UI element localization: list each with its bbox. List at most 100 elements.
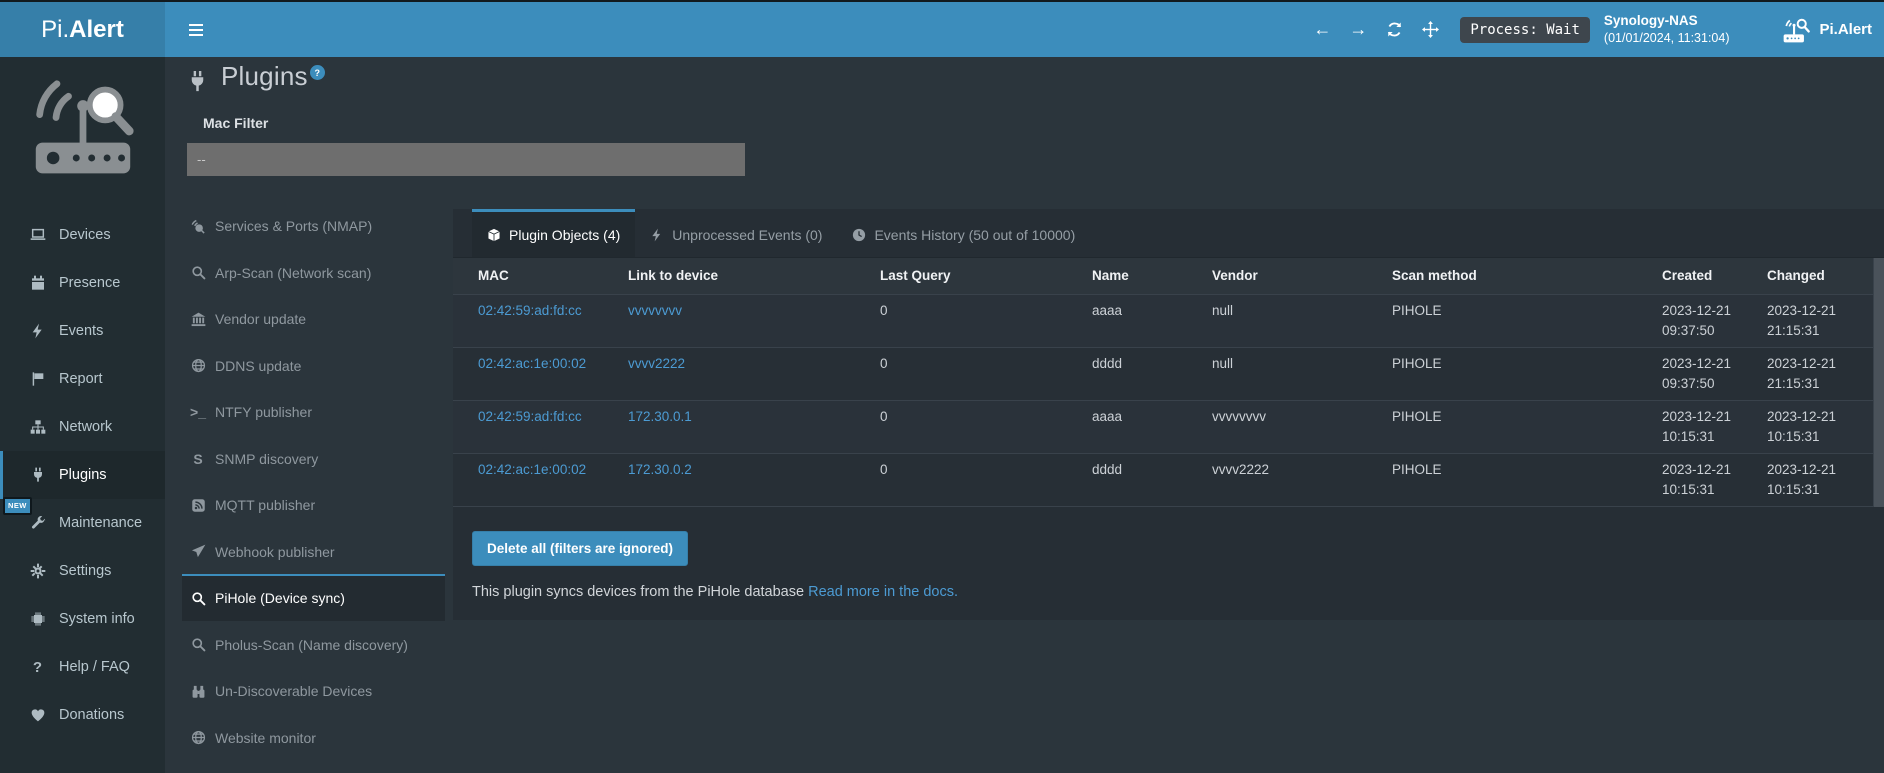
table-row: 02:42:ac:1e:00:02vvvv22220ddddnullPIHOLE…	[453, 348, 1884, 401]
cell-scan_method: PIHOLE	[1392, 401, 1662, 454]
sidebar-item-settings[interactable]: Settings	[0, 547, 165, 595]
link-link[interactable]: 172.30.0.1	[628, 409, 692, 424]
new-badge: NEW	[3, 497, 32, 515]
search-icon	[188, 637, 208, 652]
table-scrollbar[interactable]	[1873, 258, 1884, 507]
cell-link: 172.30.0.1	[628, 401, 880, 454]
cell-created: 2023-12-21 09:37:50	[1662, 295, 1767, 348]
column-header-created: Created	[1662, 258, 1767, 295]
cell-mac: 02:42:59:ad:fd:cc	[453, 295, 628, 348]
cube-icon	[487, 228, 501, 242]
brand-bold: Alert	[69, 16, 124, 44]
mac-filter-label: Mac Filter	[203, 115, 268, 131]
sidebar-item-network[interactable]: Network	[0, 403, 165, 451]
mac-link[interactable]: 02:42:ac:1e:00:02	[478, 462, 586, 477]
plug-icon	[186, 70, 209, 93]
plugin-nav-item-services-ports[interactable]: Services & Ports (NMAP)	[182, 202, 445, 249]
plugin-nav-item-pholus-scan[interactable]: Pholus-Scan (Name discovery)	[182, 621, 445, 668]
sidebar-item-plugins[interactable]: Plugins	[0, 451, 165, 499]
sidebar-item-events[interactable]: Events	[0, 307, 165, 355]
sidebar-item-devices[interactable]: Devices	[0, 211, 165, 259]
plug-icon	[27, 467, 48, 483]
flag-icon	[27, 371, 48, 387]
column-header-scan-method: Scan method	[1392, 258, 1662, 295]
process-status-badge: Process: Wait	[1460, 17, 1590, 43]
refresh-icon[interactable]	[1376, 2, 1412, 57]
cell-changed: 2023-12-21 10:15:31	[1767, 454, 1884, 507]
cell-mac: 02:42:59:ad:fd:cc	[453, 401, 628, 454]
column-header-vendor: Vendor	[1212, 258, 1392, 295]
table-header-row: MAC Link to device Last Query Name Vendo…	[453, 258, 1884, 295]
page-title: Plugins	[221, 61, 308, 92]
plugin-nav-item-ddns-update[interactable]: DDNS update	[182, 342, 445, 389]
cell-link: 172.30.0.2	[628, 454, 880, 507]
link-link[interactable]: 172.30.0.2	[628, 462, 692, 477]
plugin-nav-item-ntfy-publisher[interactable]: >_ NTFY publisher	[182, 388, 445, 435]
tab-unprocessed-events[interactable]: Unprocessed Events (0)	[635, 209, 837, 257]
terminal-icon: >_	[188, 405, 208, 419]
tab-events-history[interactable]: Events History (50 out of 10000)	[837, 209, 1090, 257]
cell-vendor: vvvv2222	[1212, 454, 1392, 507]
delete-all-button[interactable]: Delete all (filters are ignored)	[472, 531, 688, 566]
back-arrow-icon[interactable]: ←	[1304, 2, 1340, 57]
plugin-nav-item-pihole-device-sync[interactable]: PiHole (Device sync)	[182, 574, 445, 621]
cell-name: aaaa	[1092, 295, 1212, 348]
plugin-nav-item-website-monitor[interactable]: Website monitor	[182, 714, 445, 761]
sidebar-item-report[interactable]: Report	[0, 355, 165, 403]
pialert-router-icon	[1781, 17, 1811, 43]
plugin-nav-item-webhook-publisher[interactable]: Webhook publisher	[182, 528, 445, 575]
plugin-nav-item-undiscoverable-devices[interactable]: Un-Discoverable Devices	[182, 667, 445, 714]
cell-vendor: null	[1212, 348, 1392, 401]
help-badge[interactable]: ?	[310, 65, 325, 80]
docs-link[interactable]: Read more in the docs.	[808, 584, 958, 600]
globe-icon	[188, 730, 208, 745]
laptop-icon	[27, 227, 48, 243]
cell-mac: 02:42:ac:1e:00:02	[453, 454, 628, 507]
cell-mac: 02:42:ac:1e:00:02	[453, 348, 628, 401]
wrench-icon	[27, 515, 48, 531]
tab-plugin-objects[interactable]: Plugin Objects (4)	[472, 209, 635, 257]
plugin-nav-item-mqtt-publisher[interactable]: MQTT publisher	[182, 481, 445, 528]
plugin-nav-item-arp-scan[interactable]: Arp-Scan (Network scan)	[182, 249, 445, 296]
search-icon	[188, 265, 208, 280]
navbar-right-controls: ← → Process: Wait Synology-NAS (01/01/20…	[1304, 2, 1884, 57]
tab-bar: Plugin Objects (4) Unprocessed Events (0…	[453, 209, 1884, 258]
link-link[interactable]: vvvvvvvv	[628, 303, 682, 318]
page-header: Plugins ?	[186, 61, 325, 93]
brand-logo[interactable]: Pi.Alert	[0, 2, 165, 57]
column-header-link: Link to device	[628, 258, 880, 295]
question-icon: ?	[27, 660, 48, 675]
cell-created: 2023-12-21 10:15:31	[1662, 401, 1767, 454]
sidebar-item-donations[interactable]: Donations	[0, 691, 165, 739]
mac-link[interactable]: 02:42:59:ad:fd:cc	[478, 303, 582, 318]
microchip-icon	[27, 611, 48, 627]
cell-created: 2023-12-21 10:15:31	[1662, 454, 1767, 507]
plugin-nav-item-vendor-update[interactable]: Vendor update	[182, 295, 445, 342]
paper-plane-icon	[188, 544, 208, 559]
sitemap-icon	[27, 419, 48, 435]
app-name: Pi.Alert	[1819, 21, 1872, 38]
sidebar-item-help-faq[interactable]: ? Help / FAQ	[0, 643, 165, 691]
calendar-icon	[27, 275, 48, 291]
hamburger-icon[interactable]	[183, 15, 209, 45]
plugin-nav-item-snmp-discovery[interactable]: S SNMP discovery	[182, 435, 445, 482]
plugin-description-text: This plugin syncs devices from the PiHol…	[472, 584, 804, 600]
globe-icon	[188, 358, 208, 373]
cell-name: dddd	[1092, 348, 1212, 401]
mac-link[interactable]: 02:42:ac:1e:00:02	[478, 356, 586, 371]
cell-changed: 2023-12-21 21:15:31	[1767, 295, 1884, 348]
sidebar-menu: Devices Presence Events Report Network P…	[0, 211, 165, 739]
sidebar-item-presence[interactable]: Presence	[0, 259, 165, 307]
plugin-nav: Services & Ports (NMAP) Arp-Scan (Networ…	[182, 202, 445, 760]
arrows-move-icon[interactable]	[1412, 2, 1448, 57]
sidebar-item-system-info[interactable]: System info	[0, 595, 165, 643]
forward-arrow-icon[interactable]: →	[1340, 2, 1376, 57]
mac-filter-input[interactable]	[187, 143, 745, 176]
heart-icon	[27, 707, 48, 723]
top-navbar: Pi.Alert ← → Process: Wait Synology-NAS …	[0, 0, 1884, 57]
column-header-mac: MAC	[453, 258, 628, 295]
cell-changed: 2023-12-21 10:15:31	[1767, 401, 1884, 454]
mac-link[interactable]: 02:42:59:ad:fd:cc	[478, 409, 582, 424]
link-link[interactable]: vvvv2222	[628, 356, 685, 371]
binoculars-icon	[188, 684, 208, 699]
